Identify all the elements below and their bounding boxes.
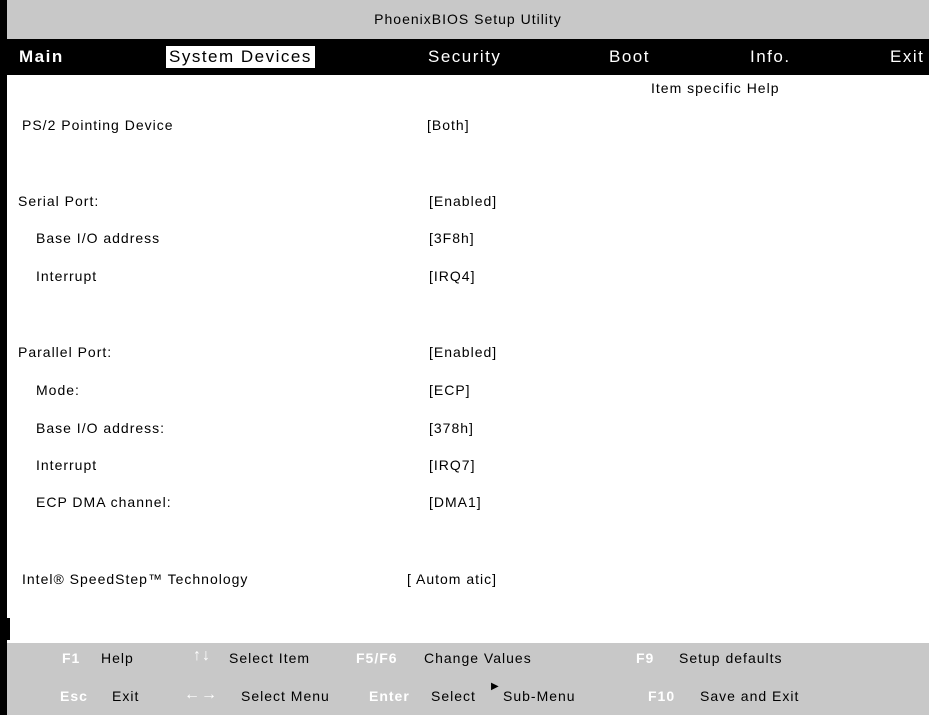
text-cursor (7, 618, 10, 640)
select-menu-text: Select Menu (241, 688, 330, 704)
parallel-mode-label: Mode: (36, 382, 80, 398)
serial-interrupt-value[interactable]: [IRQ4] (429, 268, 475, 284)
tab-boot[interactable]: Boot (606, 46, 653, 68)
f10-key: F10 (648, 688, 676, 704)
f1-key: F1 (62, 650, 81, 666)
speedstep-label: Intel® SpeedStep™ Technology (22, 571, 249, 587)
ecp-dma-channel-label: ECP DMA channel: (36, 494, 172, 510)
tab-security[interactable]: Security (425, 46, 504, 68)
speedstep-value[interactable]: [ Autom atic] (407, 571, 497, 587)
parallel-port-label: Parallel Port: (18, 344, 113, 360)
up-down-arrows-icon: ↑↓ (193, 647, 211, 664)
f1-help-text: Help (101, 650, 134, 666)
parallel-base-io-label: Base I/O address: (36, 420, 166, 436)
parallel-base-io-value[interactable]: [378h] (429, 420, 474, 436)
tab-exit[interactable]: Exit (887, 46, 927, 68)
parallel-interrupt-label: Interrupt (36, 457, 98, 473)
parallel-port-value[interactable]: [Enabled] (429, 344, 497, 360)
menu-bar: Main System Devices Security Boot Info. … (7, 40, 929, 75)
serial-base-io-value[interactable]: [3F8h] (429, 230, 475, 246)
ps2-pointing-device-value[interactable]: [Both] (427, 117, 470, 133)
parallel-interrupt-value[interactable]: [IRQ7] (429, 457, 475, 473)
exit-text: Exit (112, 688, 140, 704)
f9-key: F9 (636, 650, 655, 666)
submenu-text: Sub-Menu (503, 688, 576, 704)
select-text: Select (431, 688, 476, 704)
ps2-pointing-device-label: PS/2 Pointing Device (22, 117, 174, 133)
tab-main[interactable]: Main (16, 46, 67, 68)
serial-port-value[interactable]: [Enabled] (429, 193, 497, 209)
screen-left-border (0, 0, 7, 715)
key-help-footer: F1 Help ↑↓ Select Item F5/F6 Change Valu… (7, 643, 929, 715)
app-title: PhoenixBIOS Setup Utility (374, 11, 562, 27)
change-values-text: Change Values (424, 650, 532, 666)
setup-defaults-text: Setup defaults (679, 650, 783, 666)
serial-base-io-label: Base I/O address (36, 230, 161, 246)
bios-screen: PhoenixBIOS Setup Utility Main System De… (0, 0, 929, 715)
title-bar: PhoenixBIOS Setup Utility (7, 0, 929, 40)
f5f6-key: F5/F6 (356, 650, 398, 666)
save-and-exit-text: Save and Exit (700, 688, 800, 704)
tab-info[interactable]: Info. (747, 46, 794, 68)
serial-interrupt-label: Interrupt (36, 268, 98, 284)
serial-port-label: Serial Port: (18, 193, 100, 209)
select-item-text: Select Item (229, 650, 311, 666)
submenu-arrow-icon: ▶ (491, 681, 500, 692)
enter-key: Enter (369, 688, 410, 704)
left-right-arrows-icon: ←→ (184, 686, 218, 703)
tab-system-devices[interactable]: System Devices (166, 46, 315, 68)
parallel-mode-value[interactable]: [ECP] (429, 382, 471, 398)
esc-key: Esc (60, 688, 88, 704)
help-panel-title: Item specific Help (651, 80, 780, 96)
ecp-dma-channel-value[interactable]: [DMA1] (429, 494, 482, 510)
